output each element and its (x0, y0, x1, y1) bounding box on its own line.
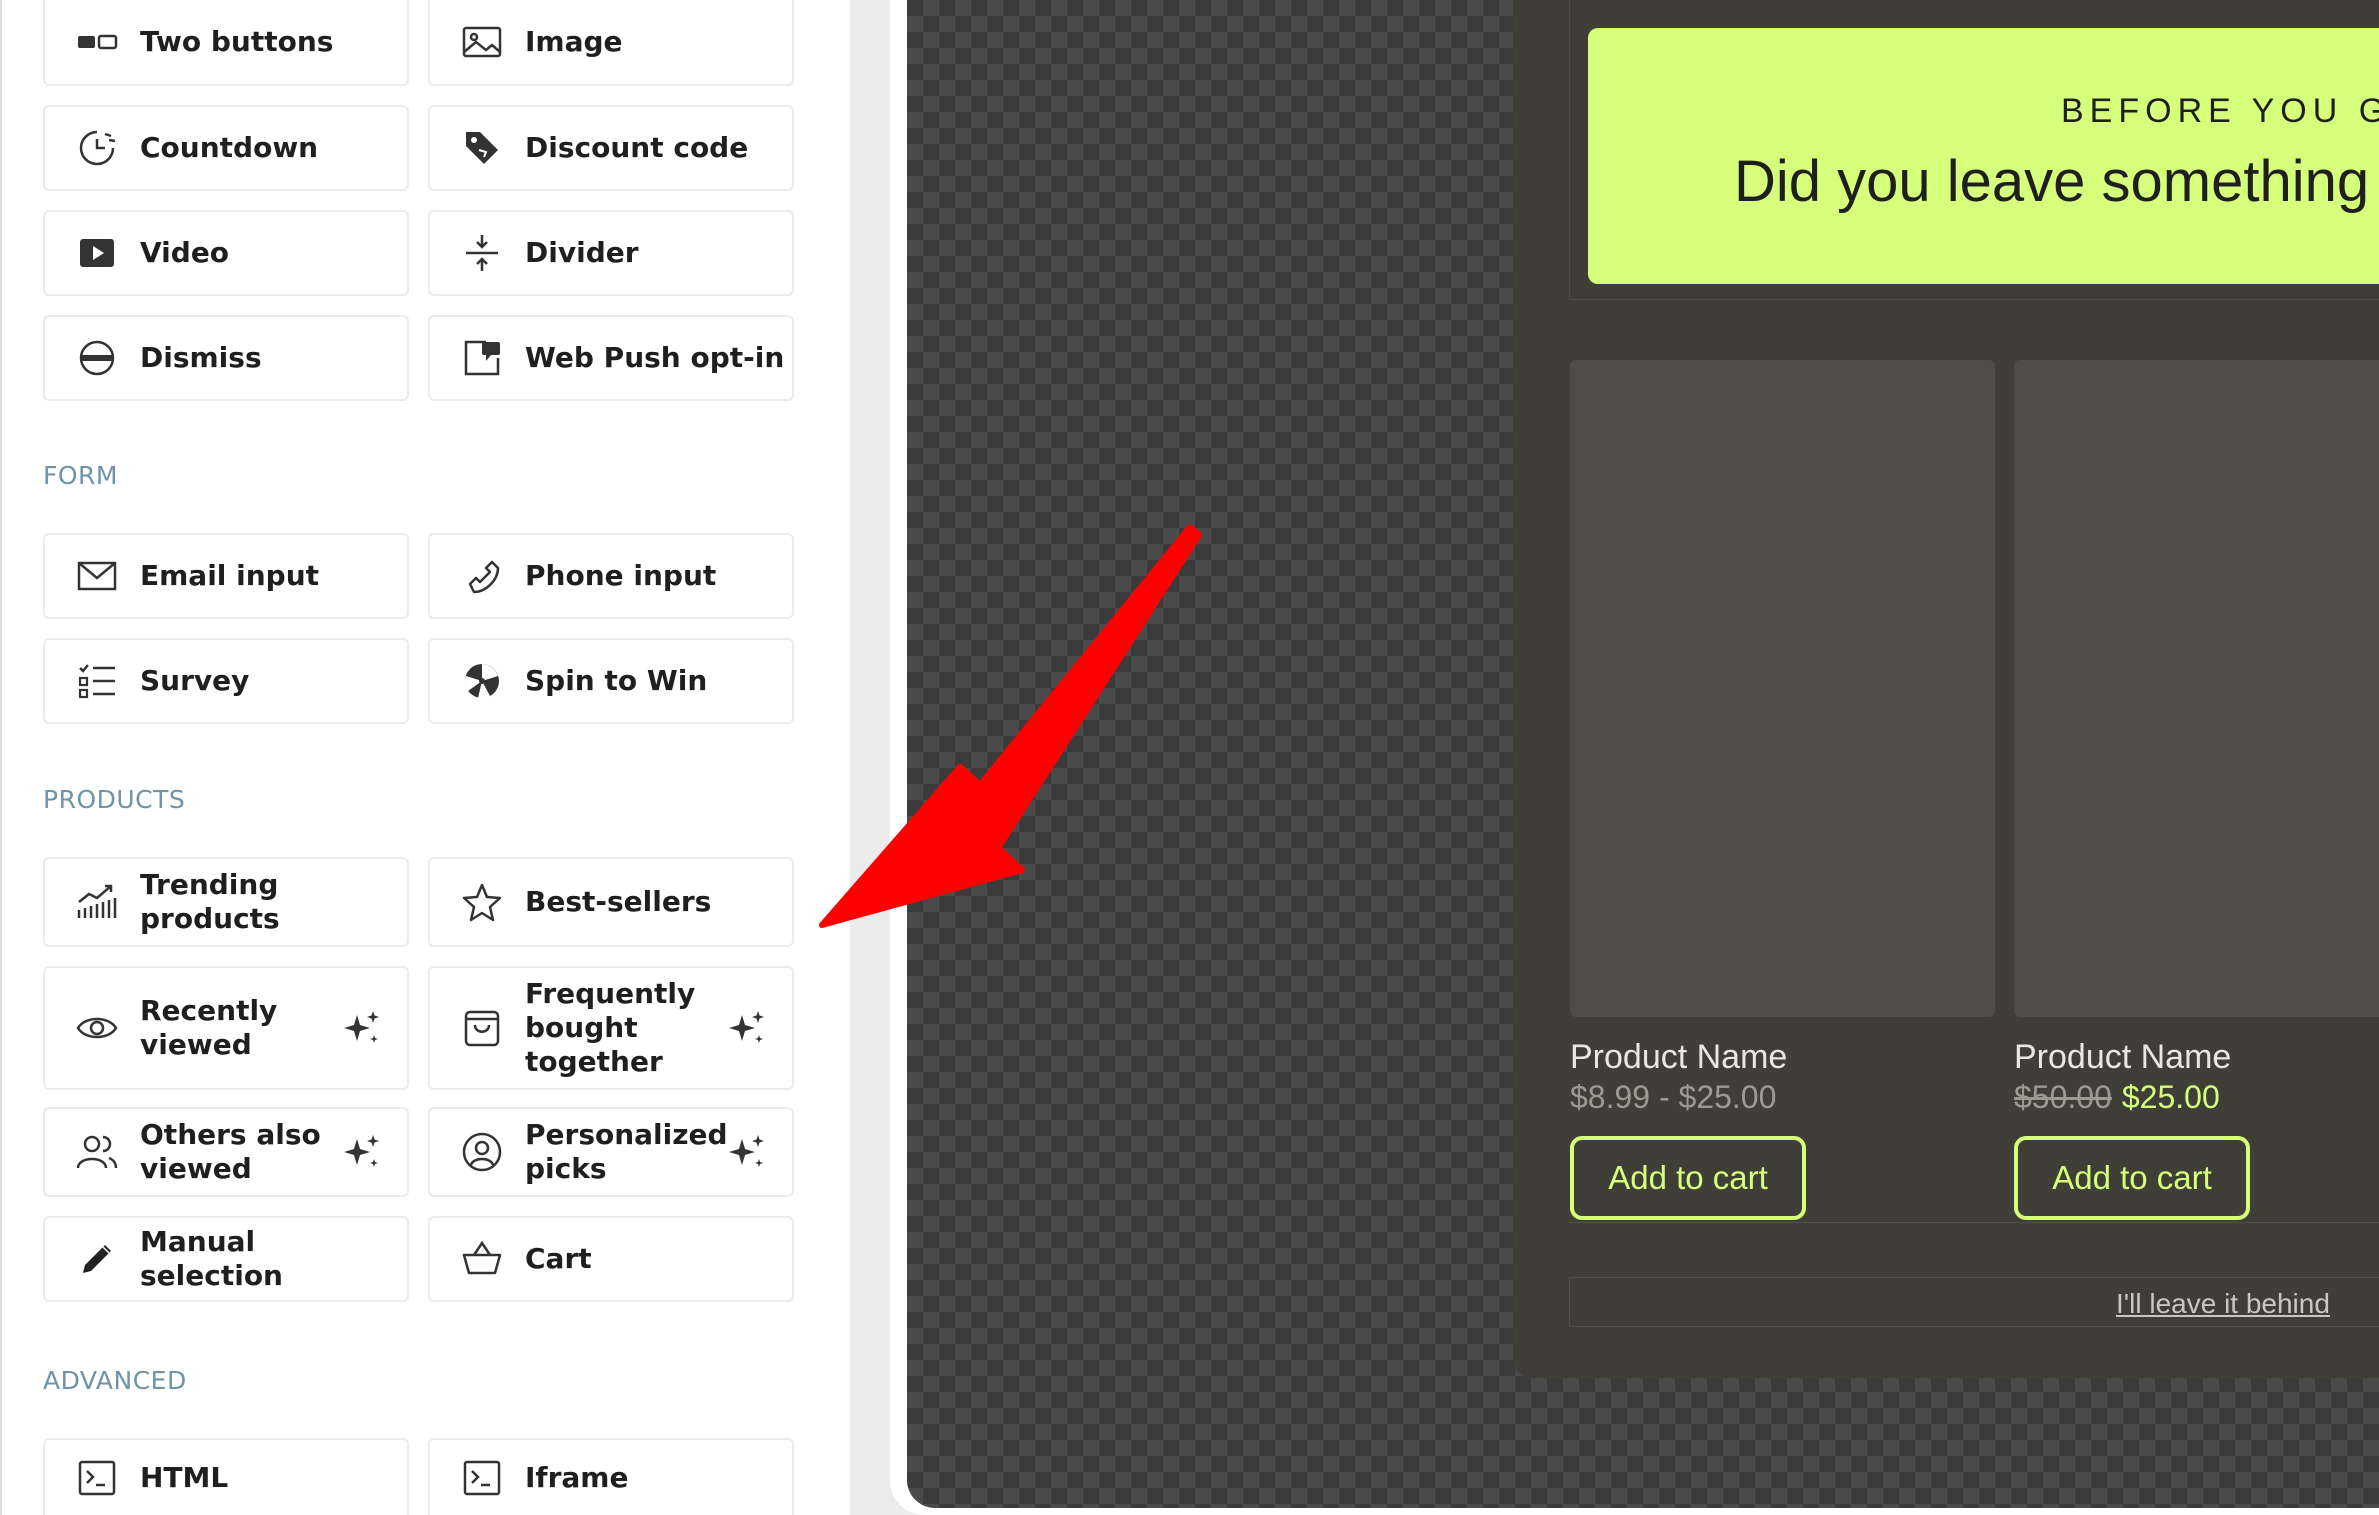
tile-label: Phone input (525, 559, 717, 592)
tile-label: Countdown (140, 131, 319, 164)
tile-label: Manual selection (140, 1225, 283, 1292)
tile-label: Frequently bought together (525, 977, 696, 1078)
section-products-heading: PRODUCTS (43, 785, 186, 814)
product-price: $50.00 $25.00 (2014, 1079, 2220, 1116)
ai-sparkle-icon (344, 1011, 379, 1043)
product-price: $8.99 - $25.00 (1570, 1079, 1777, 1115)
tile-web-push[interactable]: Web Push opt-in (428, 315, 794, 401)
envelope-icon (75, 554, 119, 598)
tile-label: Video (140, 236, 230, 269)
tile-label: Two buttons (140, 25, 334, 58)
tile-spin-to-win[interactable]: Spin to Win (428, 638, 794, 724)
divider-icon (460, 231, 504, 275)
product-elements-grid: Trending products Best-sellers Recently … (43, 857, 794, 1321)
pencil-icon (75, 1237, 119, 1281)
tile-frequently-bought-together[interactable]: Frequently bought together (428, 966, 794, 1090)
basic-elements-grid: Two buttons Image Countdown Discount cod… (43, 0, 794, 420)
tile-label: Trending products (140, 868, 280, 935)
ai-sparkle-icon (729, 1011, 764, 1043)
tile-countdown[interactable]: Countdown (43, 105, 409, 191)
ai-sparkle-icon (729, 1135, 764, 1167)
product-row-divider (1569, 1222, 2379, 1223)
tile-label: Spin to Win (525, 664, 708, 697)
tile-label: Best-sellers (525, 885, 712, 918)
tile-label: Dismiss (140, 341, 262, 374)
tile-email-input[interactable]: Email input (43, 533, 409, 619)
eye-icon (75, 1006, 119, 1050)
tile-iframe[interactable]: Iframe (428, 1438, 794, 1515)
tile-dismiss[interactable]: Dismiss (43, 315, 409, 401)
star-icon (460, 880, 504, 924)
tile-label: Discount code (525, 131, 749, 164)
tile-label: Email input (140, 559, 320, 592)
countdown-icon (75, 126, 119, 170)
image-icon (460, 20, 504, 64)
advanced-elements-grid: HTML Iframe (43, 1438, 794, 1515)
original-price: $50.00 (2014, 1079, 2112, 1115)
tile-discount-code[interactable]: Discount code (428, 105, 794, 191)
banner-eyebrow: BEFORE YOU GO (2061, 92, 2379, 130)
ai-sparkle-icon (344, 1135, 379, 1167)
product-image-placeholder[interactable] (1570, 360, 1995, 1017)
tile-label: Web Push opt-in (525, 341, 785, 374)
dismiss-link[interactable]: I'll leave it behind (2116, 1288, 2330, 1320)
tile-phone-input[interactable]: Phone input (428, 533, 794, 619)
tile-two-buttons[interactable]: Two buttons (43, 0, 409, 86)
product-name: Product Name (2014, 1038, 2232, 1076)
tile-label: Image (525, 25, 623, 58)
video-icon (75, 231, 119, 275)
tile-divider[interactable]: Divider (428, 210, 794, 296)
tile-image[interactable]: Image (428, 0, 794, 86)
product-name: Product Name (1570, 1038, 1788, 1076)
sale-price: $25.00 (2121, 1079, 2220, 1115)
users-icon (75, 1130, 119, 1174)
tile-label: Survey (140, 664, 250, 697)
add-to-cart-button[interactable]: Add to cart (2014, 1136, 2250, 1220)
tile-cart[interactable]: Cart (428, 1216, 794, 1302)
shopping-bag-icon (460, 1006, 504, 1050)
banner-headline: Did you leave something (1734, 149, 2370, 214)
tile-label: Divider (525, 236, 639, 269)
survey-list-icon (75, 659, 119, 703)
tile-personalized-picks[interactable]: Personalized picks (428, 1107, 794, 1197)
product-image-placeholder[interactable] (2014, 360, 2379, 1017)
iframe-terminal-icon (460, 1456, 504, 1500)
element-library-sidebar: Two buttons Image Countdown Discount cod… (0, 0, 850, 1515)
web-push-icon (460, 336, 504, 380)
tile-label: Personalized picks (525, 1118, 728, 1185)
tile-others-also-viewed[interactable]: Others also viewed (43, 1107, 409, 1197)
annotation-arrow-icon (819, 525, 1202, 928)
dismiss-icon (75, 336, 119, 380)
tile-label: Others also viewed (140, 1118, 321, 1185)
tile-recently-viewed[interactable]: Recently viewed (43, 966, 409, 1090)
tile-trending-products[interactable]: Trending products (43, 857, 409, 947)
tile-label: Cart (525, 1242, 592, 1275)
two-buttons-icon (75, 20, 119, 64)
add-to-cart-button[interactable]: Add to cart (1570, 1136, 1806, 1220)
tile-manual-selection[interactable]: Manual selection (43, 1216, 409, 1302)
form-elements-grid: Email input Phone input Survey Spin to W… (43, 533, 794, 743)
tile-label: Iframe (525, 1460, 629, 1494)
popup-banner[interactable]: BEFORE YOU GO Did you leave something (1588, 28, 2379, 284)
tile-survey[interactable]: Survey (43, 638, 409, 724)
tile-video[interactable]: Video (43, 210, 409, 296)
basket-icon (460, 1237, 504, 1281)
terminal-icon (75, 1456, 119, 1500)
tile-label: HTML (140, 1460, 229, 1494)
discount-tag-icon (460, 126, 504, 170)
trending-chart-icon (75, 880, 119, 924)
phone-icon (460, 554, 504, 598)
section-form-heading: FORM (43, 461, 118, 490)
wheel-icon (460, 659, 504, 703)
section-advanced-heading: ADVANCED (43, 1366, 187, 1395)
tile-html[interactable]: HTML (43, 1438, 409, 1515)
tile-best-sellers[interactable]: Best-sellers (428, 857, 794, 947)
tile-label: Recently viewed (140, 994, 278, 1061)
user-circle-icon (460, 1130, 504, 1174)
